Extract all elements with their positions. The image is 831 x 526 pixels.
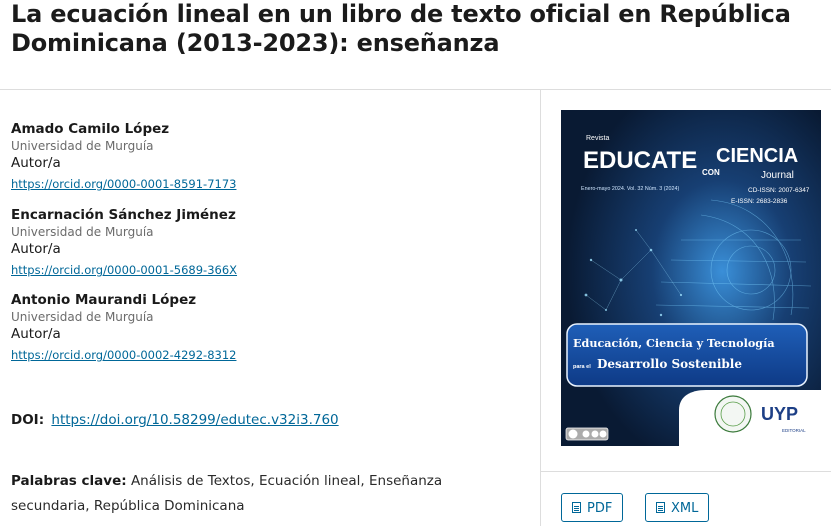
cover-cd-issn: CD-ISSN: 2007-6347 xyxy=(748,187,810,194)
cover-artwork: Revista EDUCATE CIENCIA CON Journal Ener… xyxy=(561,110,821,446)
author-affiliation: Universidad de Murguía xyxy=(11,139,154,153)
author-name: Antonio Maurandi López xyxy=(11,292,197,308)
xml-button-label: XML xyxy=(671,501,699,516)
author-role: Autor/a xyxy=(11,155,61,171)
uyp-seal-icon xyxy=(714,395,752,433)
creative-commons-icon xyxy=(565,427,609,441)
cover-revista-text: Revista xyxy=(586,135,609,142)
cover-brand-left: EDUCATE xyxy=(583,147,697,174)
author-orcid-link[interactable]: https://orcid.org/0000-0002-4292-8312 xyxy=(11,346,236,364)
cover-tagline-1: Educación, Ciencia y Tecnología xyxy=(573,336,775,350)
author-affiliation: Universidad de Murguía xyxy=(11,225,154,239)
author-name: Amado Camilo López xyxy=(11,121,170,137)
author-role: Autor/a xyxy=(11,241,61,257)
author-entry: Amado Camilo López Universidad de Murguí… xyxy=(11,120,531,193)
cover-publisher-sub: EDITORIAL xyxy=(782,428,806,433)
author-orcid-link[interactable]: https://orcid.org/0000-0001-5689-366X xyxy=(11,261,237,279)
author-entry: Encarnación Sánchez Jiménez Universidad … xyxy=(11,206,531,279)
author-role: Autor/a xyxy=(11,326,61,342)
cover-brand-right: CIENCIA xyxy=(716,145,798,167)
header-divider xyxy=(0,89,831,90)
cover-journal-text: Journal xyxy=(761,170,794,181)
pdf-button-label: PDF xyxy=(587,501,613,516)
doi-link[interactable]: https://doi.org/10.58299/edutec.v32i3.76… xyxy=(51,412,338,428)
pdf-download-button[interactable]: PDF xyxy=(561,493,624,522)
cover-publisher: UYP xyxy=(761,404,798,424)
file-icon xyxy=(572,502,581,513)
cover-tagline-para: para el xyxy=(573,364,591,370)
keywords-label: Palabras clave: xyxy=(11,473,127,489)
doi-label: DOI: xyxy=(11,412,45,428)
cover-brand-con: CON xyxy=(702,168,720,177)
article-title: La ecuación lineal en un libro de texto … xyxy=(11,0,791,57)
sidebar-divider xyxy=(541,471,831,472)
keywords-row: Palabras clave: Análisis de Textos, Ecua… xyxy=(11,469,511,519)
author-affiliation: Universidad de Murguía xyxy=(11,310,154,324)
cover-issue-text: Enero-mayo 2024. Vol. 32 Núm. 3 (2024) xyxy=(581,186,679,192)
cover-e-issn: E-ISSN: 2683-2836 xyxy=(731,198,788,205)
file-icon xyxy=(656,502,665,513)
xml-download-button[interactable]: XML xyxy=(645,493,710,522)
author-entry: Antonio Maurandi López Universidad de Mu… xyxy=(11,291,531,364)
author-orcid-link[interactable]: https://orcid.org/0000-0001-8591-7173 xyxy=(11,175,236,193)
author-name: Encarnación Sánchez Jiménez xyxy=(11,207,236,223)
cover-tagline-2: Desarrollo Sostenible xyxy=(597,357,742,371)
column-divider xyxy=(540,90,541,526)
doi-row: DOI: https://doi.org/10.58299/edutec.v32… xyxy=(11,410,339,430)
cover-tagline-band xyxy=(566,323,808,387)
issue-cover-image[interactable]: Revista EDUCATE CIENCIA CON Journal Ener… xyxy=(561,110,821,446)
